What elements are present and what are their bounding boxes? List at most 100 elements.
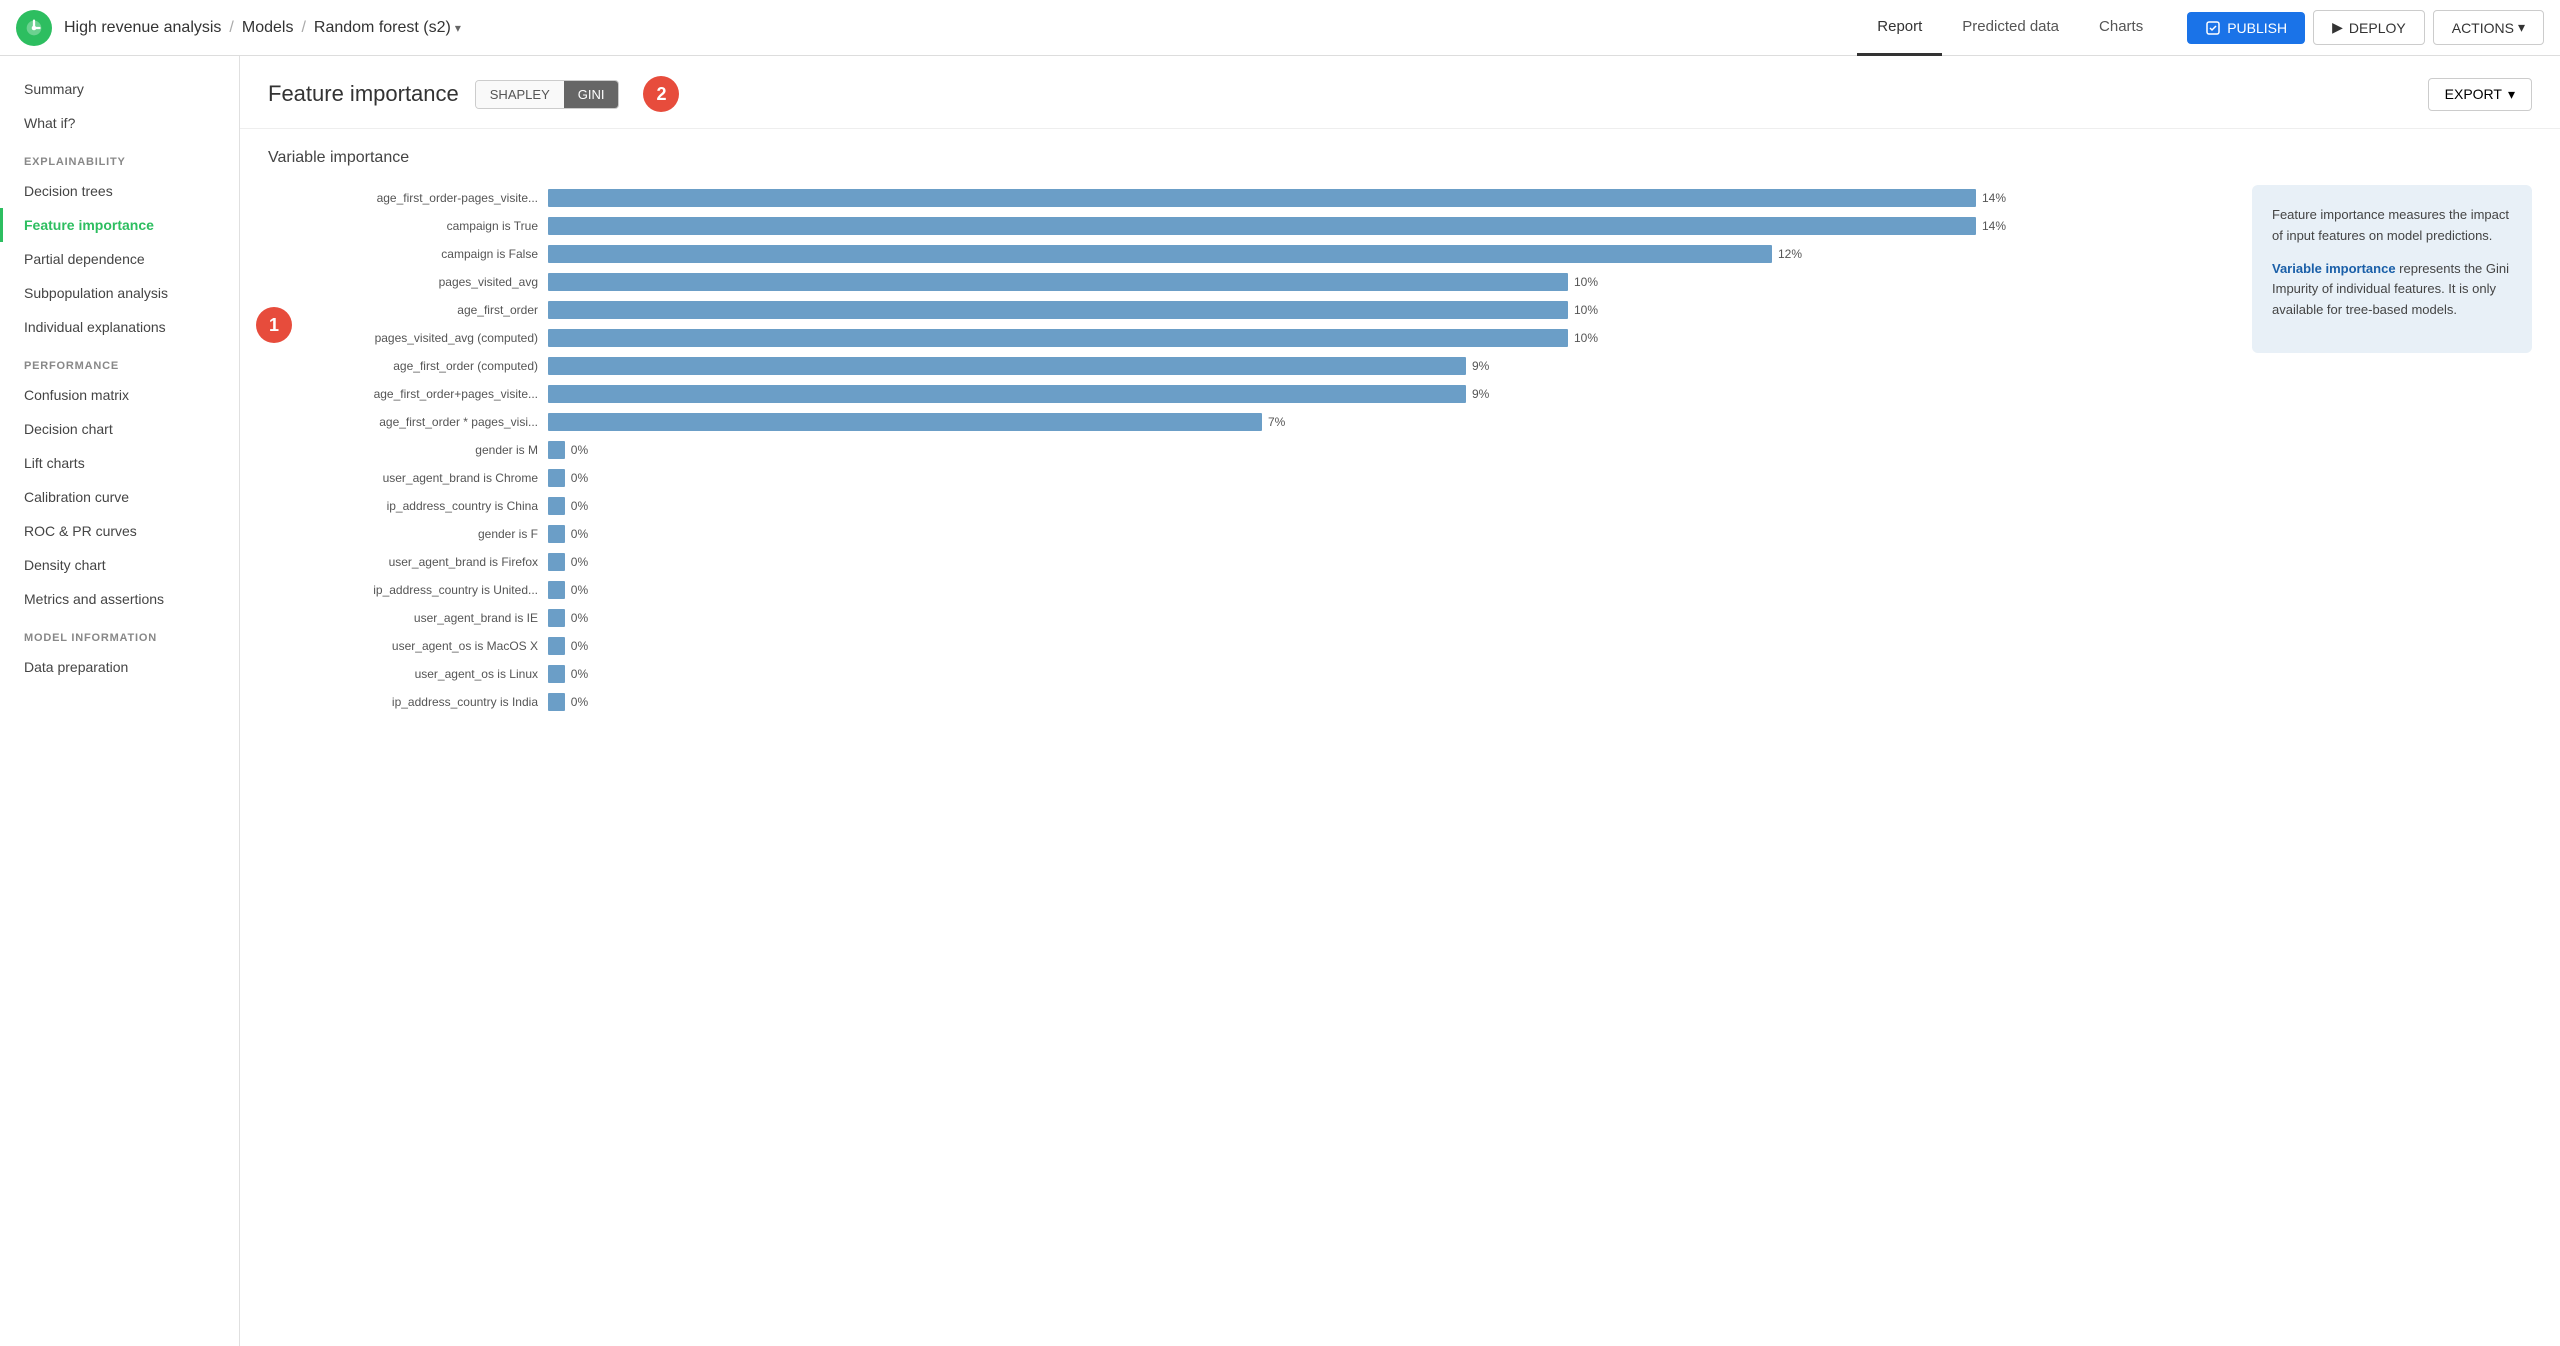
bar-fill	[548, 301, 1568, 319]
info-panel: Feature importance measures the impact o…	[2252, 185, 2532, 353]
bar-row: user_agent_os is Linux 0%	[268, 663, 2228, 685]
sidebar-item-feature-importance[interactable]: Feature importance	[0, 208, 239, 242]
bar-fill	[548, 441, 565, 459]
sidebar-item-individual-explanations[interactable]: Individual explanations	[0, 310, 239, 344]
bar-row: user_agent_brand is Firefox0%	[268, 551, 2228, 573]
bar-value: 12%	[1778, 247, 1813, 261]
bar-value: 9%	[1472, 387, 1507, 401]
bar-value: 10%	[1574, 331, 1609, 345]
bar-row: gender is F0%	[268, 523, 2228, 545]
bar-value: 14%	[1982, 219, 2017, 233]
bar-row: ip_address_country is China 0%	[268, 495, 2228, 517]
bar-label: ip_address_country is China	[268, 499, 548, 513]
bar-fill	[548, 665, 565, 683]
main-layout: Summary What if? EXPLAINABILITY Decision…	[0, 56, 2560, 1346]
bar-fill	[548, 497, 565, 515]
sidebar-item-partial-dependence[interactable]: Partial dependence	[0, 242, 239, 276]
chevron-down-icon: ▾	[2508, 86, 2515, 103]
bar-fill	[548, 693, 565, 711]
deploy-button[interactable]: ▶ DEPLOY	[2313, 10, 2425, 45]
chevron-down-icon: ▾	[455, 21, 461, 35]
bar-value: 0%	[571, 667, 606, 681]
bar-fill	[548, 385, 1466, 403]
sidebar-item-summary[interactable]: Summary	[0, 72, 239, 106]
sidebar-item-what-if[interactable]: What if?	[0, 106, 239, 140]
bar-row: age_first_order-pages_visite...14%	[268, 187, 2228, 209]
badge-2: 2	[643, 76, 679, 112]
sidebar-item-decision-chart[interactable]: Decision chart	[0, 412, 239, 446]
sidebar: Summary What if? EXPLAINABILITY Decision…	[0, 56, 240, 1346]
sidebar-section-performance: PERFORMANCE	[0, 344, 239, 378]
sidebar-item-roc-pr-curves[interactable]: ROC & PR curves	[0, 514, 239, 548]
info-text-1: Feature importance measures the impact o…	[2272, 205, 2512, 247]
chart-title: Variable importance	[268, 149, 2228, 167]
sidebar-item-density-chart[interactable]: Density chart	[0, 548, 239, 582]
bar-track: 0%	[548, 469, 2228, 487]
bar-track: 0%	[548, 441, 2228, 459]
sidebar-item-lift-charts[interactable]: Lift charts	[0, 446, 239, 480]
bar-track: 0%	[548, 693, 2228, 711]
breadcrumb-part3: Random forest (s2)	[314, 19, 451, 37]
bar-row: age_first_order10%	[268, 299, 2228, 321]
bar-label: user_agent_os is MacOS X	[268, 639, 548, 653]
bar-value: 7%	[1268, 415, 1303, 429]
bar-value: 10%	[1574, 303, 1609, 317]
bar-value: 0%	[571, 695, 606, 709]
bar-track: 10%	[548, 301, 2228, 319]
bar-track: 14%	[548, 217, 2228, 235]
bar-label: user_agent_os is Linux	[268, 667, 548, 681]
bar-row: campaign is False 12%	[268, 243, 2228, 265]
bar-row: ip_address_country is United...0%	[268, 579, 2228, 601]
sidebar-item-data-preparation[interactable]: Data preparation	[0, 650, 239, 684]
bar-value: 9%	[1472, 359, 1507, 373]
sidebar-item-metrics-assertions[interactable]: Metrics and assertions	[0, 582, 239, 616]
publish-button[interactable]: PUBLISH	[2187, 12, 2305, 44]
sidebar-item-decision-trees[interactable]: Decision trees	[0, 174, 239, 208]
bar-label: age_first_order+pages_visite...	[268, 387, 548, 401]
bar-fill	[548, 413, 1262, 431]
bar-label: user_agent_brand is IE	[268, 611, 548, 625]
actions-button[interactable]: ACTIONS ▾	[2433, 10, 2544, 45]
bar-fill	[548, 217, 1976, 235]
bar-track: 0%	[548, 497, 2228, 515]
bar-fill	[548, 357, 1466, 375]
bar-label: campaign is False	[268, 247, 548, 261]
bar-fill	[548, 273, 1568, 291]
nav-predicted-data[interactable]: Predicted data	[1942, 0, 2079, 56]
bar-row: pages_visited_avg (computed) 10%	[268, 327, 2228, 349]
gini-button[interactable]: GINI	[564, 81, 619, 108]
nav-report[interactable]: Report	[1857, 0, 1942, 56]
bar-row: age_first_order (computed)9%	[268, 355, 2228, 377]
sidebar-item-calibration-curve[interactable]: Calibration curve	[0, 480, 239, 514]
export-button[interactable]: EXPORT ▾	[2428, 78, 2532, 111]
bar-row: pages_visited_avg10%	[268, 271, 2228, 293]
breadcrumb-part1[interactable]: High revenue analysis	[64, 19, 221, 37]
bar-value: 0%	[571, 499, 606, 513]
bar-row: gender is M0%	[268, 439, 2228, 461]
bar-label: pages_visited_avg (computed)	[268, 331, 548, 345]
bar-track: 10%	[548, 329, 2228, 347]
bar-row: age_first_order+pages_visite... 9%	[268, 383, 2228, 405]
bar-track: 0%	[548, 581, 2228, 599]
chart-area: Variable importance age_first_order-page…	[240, 129, 2560, 739]
export-area: EXPORT ▾	[2428, 78, 2532, 111]
info-bold: Variable importance	[2272, 261, 2396, 276]
bar-label: pages_visited_avg	[268, 275, 548, 289]
app-header: High revenue analysis / Models / Random …	[0, 0, 2560, 56]
bar-label: gender is M	[268, 443, 548, 457]
sidebar-item-confusion-matrix[interactable]: Confusion matrix	[0, 378, 239, 412]
breadcrumb-part2[interactable]: Models	[242, 19, 294, 37]
bar-label: campaign is True	[268, 219, 548, 233]
breadcrumb-current[interactable]: Random forest (s2) ▾	[314, 19, 461, 37]
bar-fill	[548, 329, 1568, 347]
bar-fill	[548, 609, 565, 627]
bar-track: 7%	[548, 413, 2228, 431]
bar-value: 0%	[571, 639, 606, 653]
shapley-button[interactable]: SHAPLEY	[476, 81, 564, 108]
sidebar-item-subpopulation-analysis[interactable]: Subpopulation analysis	[0, 276, 239, 310]
nav-charts[interactable]: Charts	[2079, 0, 2163, 56]
bar-label: ip_address_country is United...	[268, 583, 548, 597]
bar-track: 14%	[548, 189, 2228, 207]
bar-fill	[548, 189, 1976, 207]
bar-row: campaign is True 14%	[268, 215, 2228, 237]
